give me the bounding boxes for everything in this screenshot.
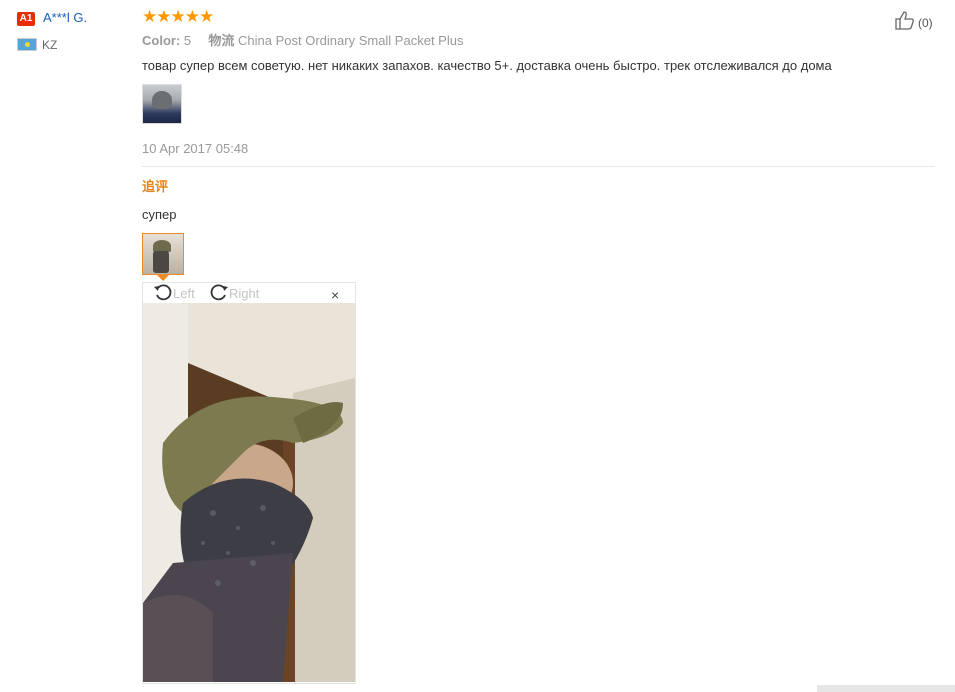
followup-text: супер: [142, 207, 177, 222]
shipping-label: 物流: [208, 33, 235, 48]
divider: [142, 166, 935, 167]
followup-photo-thumbnail[interactable]: [142, 233, 184, 275]
review-photo-thumbnail[interactable]: [142, 84, 182, 124]
review-photo-large: [143, 303, 355, 682]
rotate-left-button[interactable]: Left: [153, 283, 195, 303]
user-level-badge: A1: [17, 12, 35, 26]
review-text: товар супер всем советую. нет никаких за…: [142, 58, 832, 73]
shipping-value: China Post Ordinary Small Packet Plus: [238, 33, 464, 48]
reviewer-name[interactable]: A***l G.: [43, 10, 87, 26]
thumbnail-pointer: [157, 275, 169, 281]
review-meta: Color: 5 物流 China Post Ordinary Small Pa…: [142, 33, 463, 49]
reviewer-country: KZ: [42, 38, 58, 52]
rotate-left-label: Left: [173, 286, 195, 301]
color-value: 5: [183, 33, 192, 48]
thumbs-up-icon: [894, 10, 918, 36]
followup-title: 追评: [142, 179, 169, 194]
scrollbar[interactable]: [817, 685, 955, 692]
rotate-right-label: Right: [229, 286, 260, 301]
like-button[interactable]: (0): [894, 10, 933, 36]
flag-kz-icon: [17, 38, 37, 51]
star-rating: ★★★★★: [142, 7, 214, 26]
color-label: Color:: [142, 33, 181, 48]
review-date: 10 Apr 2017 05:48: [142, 141, 249, 156]
rotate-right-button[interactable]: Right: [209, 283, 260, 303]
like-count: (0): [918, 16, 933, 30]
close-icon[interactable]: ×: [331, 288, 339, 302]
